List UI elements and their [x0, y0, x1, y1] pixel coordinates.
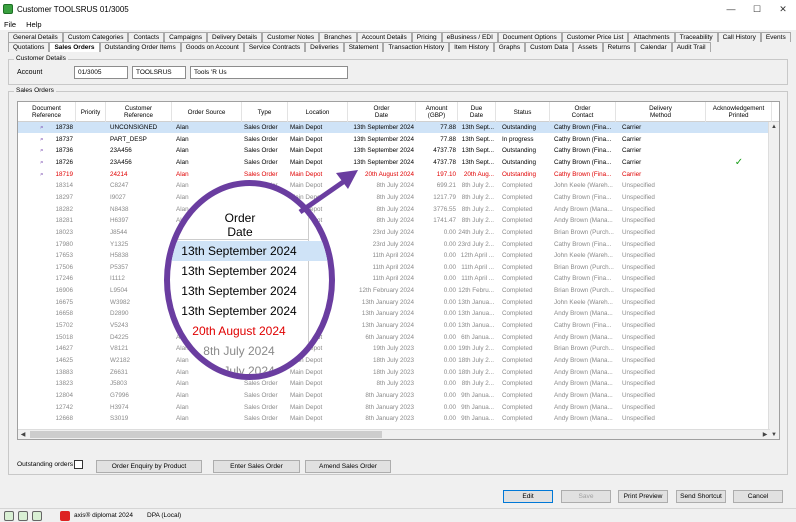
sync-icon[interactable]: [18, 510, 28, 521]
cancel-button[interactable]: Cancel: [733, 490, 783, 503]
callout-arrow: [298, 170, 358, 215]
checklist-icon[interactable]: [32, 510, 42, 521]
axis-logo-icon: [60, 510, 70, 521]
edit-button[interactable]: Edit: [503, 490, 553, 503]
database-name: DPA (Local): [147, 512, 182, 519]
product-name: axis® diplomat 2024: [74, 512, 133, 519]
refresh-icon[interactable]: [4, 510, 14, 521]
outstanding-orders-label: Outstanding orders: [17, 461, 74, 468]
status-bar: axis® diplomat 2024 DPA (Local): [0, 508, 796, 522]
outstanding-orders-checkbox[interactable]: [74, 460, 83, 469]
send-shortcut-button[interactable]: Send Shortcut: [676, 490, 726, 503]
save-button[interactable]: Save: [561, 490, 611, 503]
print-preview-button[interactable]: Print Preview: [618, 490, 668, 503]
order-enquiry-button[interactable]: Order Enquiry by Product: [96, 460, 202, 473]
amend-sales-order-button[interactable]: Amend Sales Order: [305, 460, 391, 473]
enter-sales-order-button[interactable]: Enter Sales Order: [213, 460, 300, 473]
